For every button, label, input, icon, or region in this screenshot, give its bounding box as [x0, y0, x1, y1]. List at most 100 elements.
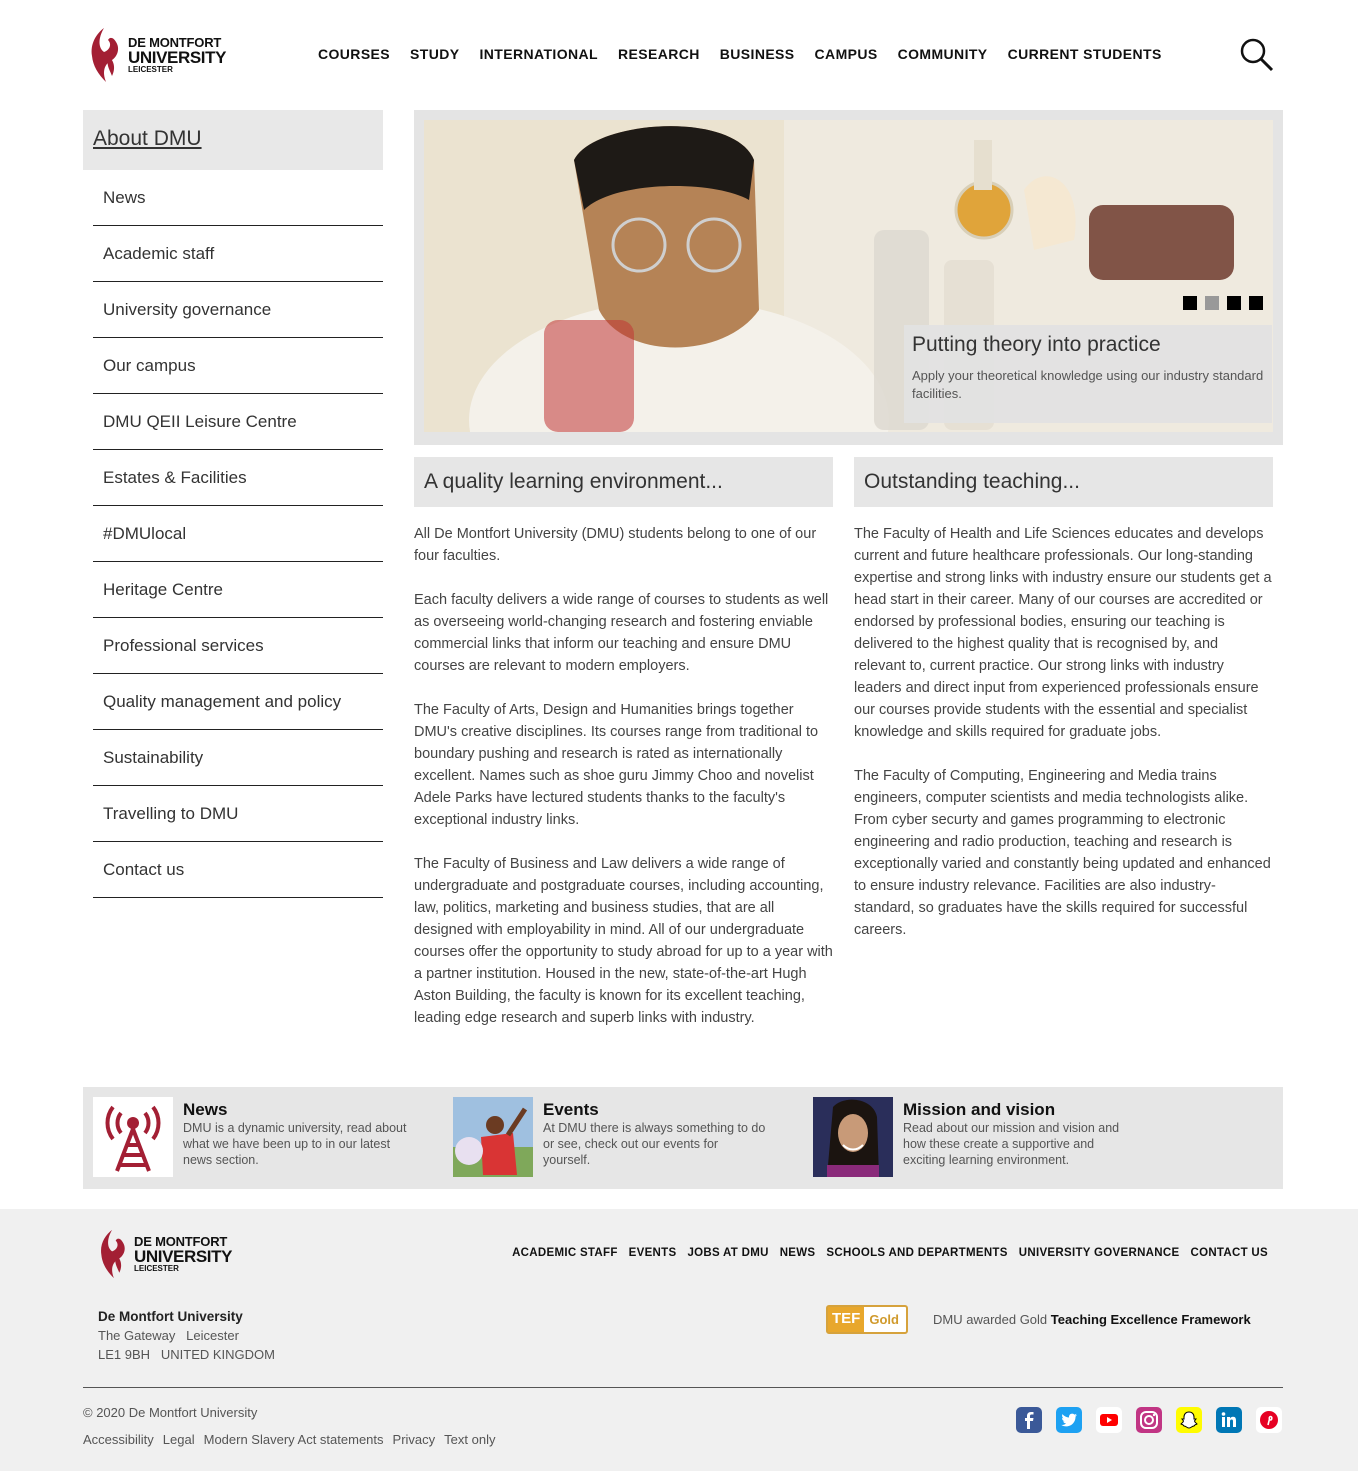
nav-study[interactable]: STUDY [410, 46, 459, 62]
snapchat-icon[interactable] [1176, 1407, 1202, 1433]
logo-line-2: UNIVERSITY [134, 1247, 233, 1266]
legal-link-accessibility[interactable]: Accessibility [83, 1432, 154, 1447]
sidebar-item-heritage-centre[interactable]: Heritage Centre [93, 562, 383, 618]
search-icon [1240, 38, 1274, 72]
tef-text-prefix: DMU awarded Gold [933, 1312, 1048, 1327]
sidebar-item-quality-management[interactable]: Quality management and policy [93, 674, 383, 730]
nav-international[interactable]: INTERNATIONAL [480, 46, 599, 62]
copyright: © 2020 De Montfort University [83, 1405, 258, 1420]
legal-links: Accessibility Legal Modern Slavery Act s… [83, 1432, 495, 1447]
slider-dot-3[interactable] [1227, 296, 1241, 310]
logo-wordmark: DE MONTFORT UNIVERSITY LEICESTER [128, 36, 226, 74]
twitter-icon[interactable] [1056, 1407, 1082, 1433]
search-button[interactable] [1240, 38, 1274, 72]
sidebar-title-link[interactable]: About DMU [93, 127, 202, 150]
promo-news[interactable]: News DMU is a dynamic university, read a… [93, 1097, 453, 1179]
logo-line-3: LEICESTER [128, 65, 173, 74]
sidebar-item-travelling[interactable]: Travelling to DMU [93, 786, 383, 842]
events-photo [453, 1097, 533, 1177]
sidebar-item-contact-us[interactable]: Contact us [93, 842, 383, 898]
sidebar-item-leisure-centre[interactable]: DMU QEII Leisure Centre [93, 394, 383, 450]
hero-image: Putting theory into practice Apply your … [424, 120, 1273, 432]
broadcast-tower-icon [93, 1097, 173, 1177]
promo-news-body: News DMU is a dynamic university, read a… [183, 1097, 408, 1179]
legal-link-modern-slavery[interactable]: Modern Slavery Act statements [204, 1432, 384, 1447]
body-paragraph: Each faculty delivers a wide range of co… [414, 592, 829, 674]
slider-dot-4[interactable] [1249, 296, 1263, 310]
promo-text: DMU is a dynamic university, read about … [183, 1121, 407, 1167]
logo-line-3: LEICESTER [134, 1264, 179, 1273]
address-line-2: LE1 9BH UNITED KINGDOM [98, 1347, 275, 1362]
instagram-icon[interactable] [1136, 1407, 1162, 1433]
mission-photo [813, 1097, 893, 1177]
footer-link-jobs[interactable]: JOBS AT DMU [687, 1247, 768, 1259]
sidebar-item-professional-services[interactable]: Professional services [93, 618, 383, 674]
tef-badge-level: Gold [869, 1312, 899, 1327]
promo-title: News [183, 1100, 228, 1119]
promo-events-body: Events At DMU there is always something … [543, 1097, 768, 1179]
tef-text-bold: Teaching Excellence Framework [1050, 1312, 1251, 1327]
promo-title: Mission and vision [903, 1100, 1056, 1119]
footer-link-schools[interactable]: SCHOOLS AND DEPARTMENTS [826, 1247, 1007, 1259]
slide-caption[interactable]: Putting theory into practice Apply your … [904, 325, 1272, 423]
promo-title: Events [543, 1100, 599, 1119]
tef-badge-label: TEF [828, 1307, 865, 1332]
site-header: DE MONTFORT UNIVERSITY LEICESTER COURSES… [0, 0, 1358, 110]
pinterest-icon[interactable] [1256, 1407, 1282, 1433]
footer-link-governance[interactable]: UNIVERSITY GOVERNANCE [1019, 1247, 1180, 1259]
tef-gold-badge: TEF Gold [826, 1305, 908, 1334]
nav-courses[interactable]: COURSES [318, 46, 390, 62]
nav-campus[interactable]: CAMPUS [815, 46, 878, 62]
section-heading: A quality learning environment... [414, 457, 833, 507]
slider-dots [1183, 296, 1263, 310]
slide-caption-text: Apply your theoretical knowledge using o… [912, 368, 1264, 401]
promo-mission[interactable]: Mission and vision Read about our missio… [813, 1097, 1173, 1179]
address-line-1: The Gateway Leicester [98, 1328, 239, 1343]
legal-link-text-only[interactable]: Text only [444, 1432, 495, 1447]
promo-text: Read about our mission and vision and ho… [903, 1121, 1120, 1167]
linkedin-icon[interactable] [1216, 1407, 1242, 1433]
social-links [1016, 1407, 1282, 1433]
nav-research[interactable]: RESEARCH [618, 46, 700, 62]
sidebar-item-dmulocal[interactable]: #DMUlocal [93, 506, 383, 562]
tef-text: DMU awarded Gold Teaching Excellence Fra… [933, 1312, 1251, 1327]
youtube-icon[interactable] [1096, 1407, 1122, 1433]
footer-links: ACADEMIC STAFF EVENTS JOBS AT DMU NEWS S… [512, 1247, 1268, 1259]
footer-link-contact[interactable]: CONTACT US [1190, 1247, 1268, 1259]
footer-link-events[interactable]: EVENTS [629, 1247, 677, 1259]
body-paragraph: The Faculty of Arts, Design and Humaniti… [414, 702, 819, 828]
slider-dot-1[interactable] [1183, 296, 1197, 310]
body-paragraph: The Faculty of Computing, Engineering an… [854, 768, 1271, 938]
footer-link-academic-staff[interactable]: ACADEMIC STAFF [512, 1247, 618, 1259]
quality-learning-section: A quality learning environment... All De… [414, 457, 833, 1051]
promo-events[interactable]: Events At DMU there is always something … [453, 1097, 813, 1179]
nav-current-students[interactable]: CURRENT STUDENTS [1008, 46, 1162, 62]
outstanding-teaching-section: Outstanding teaching... The Faculty of H… [854, 457, 1273, 963]
legal-link-privacy[interactable]: Privacy [393, 1432, 436, 1447]
sidebar-item-estates-facilities[interactable]: Estates & Facilities [93, 450, 383, 506]
tef-award[interactable]: TEF Gold DMU awarded Gold Teaching Excel… [826, 1305, 1251, 1334]
sidebar-item-academic-staff[interactable]: Academic staff [93, 226, 383, 282]
sidebar-item-our-campus[interactable]: Our campus [93, 338, 383, 394]
sidebar-item-sustainability[interactable]: Sustainability [93, 730, 383, 786]
sidebar-item-university-governance[interactable]: University governance [93, 282, 383, 338]
nav-business[interactable]: BUSINESS [720, 46, 795, 62]
section-heading: Outstanding teaching... [854, 457, 1273, 507]
footer-logo[interactable]: DE MONTFORT UNIVERSITY LEICESTER [96, 1227, 232, 1281]
footer-divider [83, 1387, 1283, 1388]
logo-line-2: UNIVERSITY [128, 48, 227, 67]
nav-community[interactable]: COMMUNITY [898, 46, 988, 62]
promo-mission-body: Mission and vision Read about our missio… [903, 1097, 1128, 1179]
sidebar-list: News Academic staff University governanc… [83, 170, 383, 898]
sidebar-item-news[interactable]: News [93, 170, 383, 226]
griffin-logo-icon [101, 1229, 125, 1279]
dmu-logo[interactable]: DE MONTFORT UNIVERSITY LEICESTER [86, 24, 236, 86]
slider-dot-2[interactable] [1205, 296, 1219, 310]
promo-text: At DMU there is always something to do o… [543, 1121, 766, 1167]
footer-logo-wordmark: DE MONTFORT UNIVERSITY LEICESTER [134, 1235, 232, 1273]
sidebar: About DMU News Academic staff University… [83, 110, 383, 898]
facebook-icon[interactable] [1016, 1407, 1042, 1433]
slide-caption-title: Putting theory into practice [912, 333, 1161, 356]
legal-link-legal[interactable]: Legal [163, 1432, 195, 1447]
footer-link-news[interactable]: NEWS [780, 1247, 816, 1259]
